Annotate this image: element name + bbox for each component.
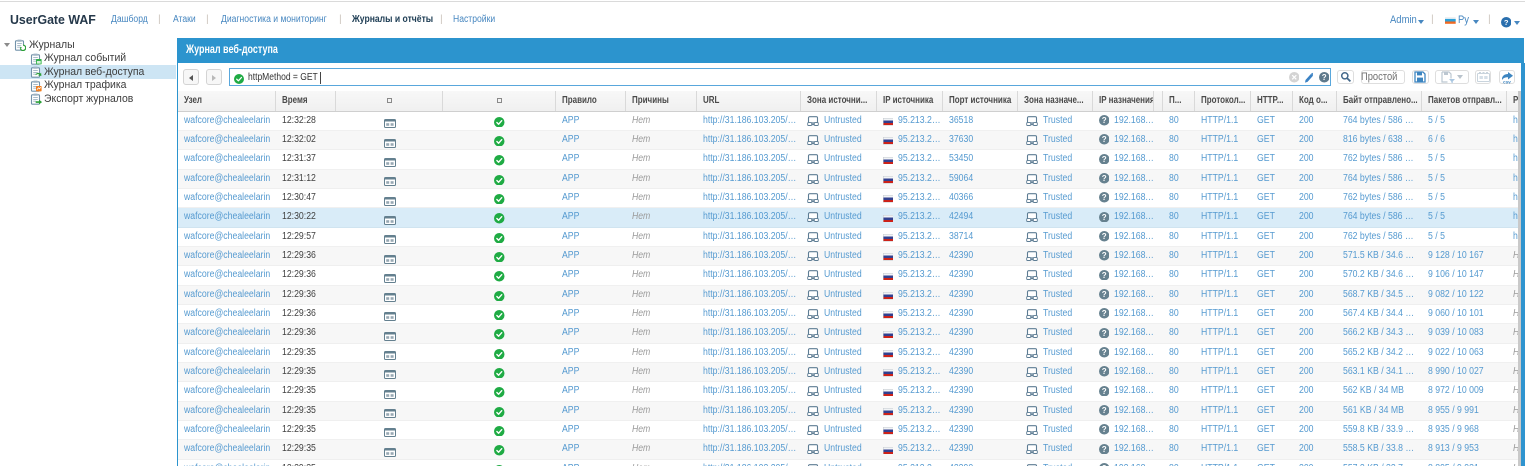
- svg-text:?: ?: [1102, 213, 1107, 222]
- svg-text:?: ?: [1102, 425, 1107, 434]
- svg-text:?: ?: [1102, 155, 1107, 164]
- svg-text:?: ?: [1102, 329, 1107, 338]
- svg-text:?: ?: [1102, 406, 1107, 415]
- svg-text:?: ?: [1102, 348, 1107, 357]
- svg-text:?: ?: [1102, 290, 1107, 299]
- svg-text:?: ?: [1102, 445, 1107, 454]
- svg-text:?: ?: [1102, 309, 1107, 318]
- svg-text:?: ?: [1102, 387, 1107, 396]
- svg-text:?: ?: [1102, 135, 1107, 144]
- svg-text:?: ?: [1102, 271, 1107, 280]
- svg-text:?: ?: [1102, 174, 1107, 183]
- svg-text:?: ?: [1102, 251, 1107, 260]
- svg-text:?: ?: [1102, 232, 1107, 241]
- svg-text:?: ?: [1102, 116, 1107, 125]
- svg-text:?: ?: [1102, 193, 1107, 202]
- svg-text:?: ?: [1102, 367, 1107, 376]
